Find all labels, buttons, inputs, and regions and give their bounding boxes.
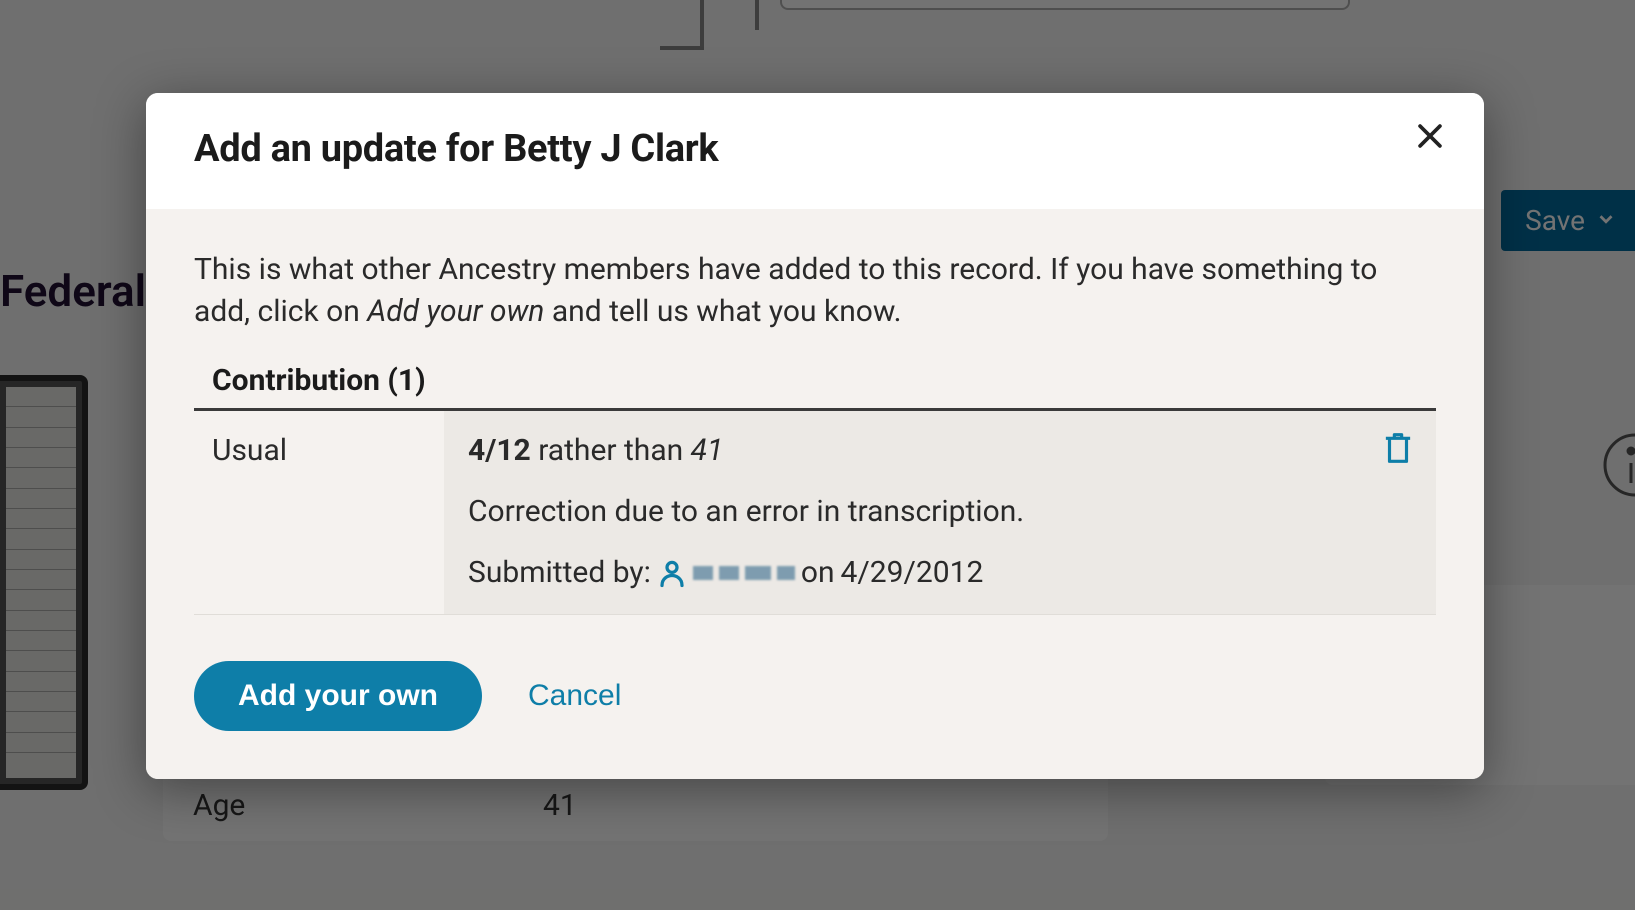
add-update-modal: Add an update for Betty J Clark This is …: [146, 93, 1484, 779]
contribution-submitted-by: Submitted by: on 4/29/2012: [468, 555, 1412, 590]
delete-contribution-button[interactable]: [1378, 429, 1418, 469]
contribution-correction-text: 4/12 rather than 41: [468, 433, 1412, 468]
contribution-field-label: Usual: [194, 411, 444, 614]
user-icon: [657, 558, 687, 588]
submitter-username-redacted[interactable]: [693, 566, 795, 580]
add-your-own-button[interactable]: Add your own: [194, 661, 482, 731]
modal-header: Add an update for Betty J Clark: [146, 93, 1484, 209]
contribution-row: Usual 4/12 rather than 41 Correction due…: [194, 411, 1436, 615]
modal-title: Add an update for Betty J Clark: [194, 127, 1436, 171]
contribution-heading: Contribution (1): [194, 363, 1436, 411]
modal-intro: This is what other Ancestry members have…: [194, 249, 1436, 333]
trash-icon: [1383, 431, 1413, 468]
modal-body: This is what other Ancestry members have…: [146, 209, 1484, 779]
close-icon: [1413, 119, 1447, 156]
modal-actions: Add your own Cancel: [194, 661, 1436, 731]
contribution-reason: Correction due to an error in transcript…: [468, 494, 1412, 529]
cancel-button[interactable]: Cancel: [522, 678, 627, 714]
close-button[interactable]: [1406, 113, 1454, 161]
contribution-value-cell: 4/12 rather than 41 Correction due to an…: [444, 411, 1436, 614]
contribution-date: 4/29/2012: [841, 555, 984, 590]
